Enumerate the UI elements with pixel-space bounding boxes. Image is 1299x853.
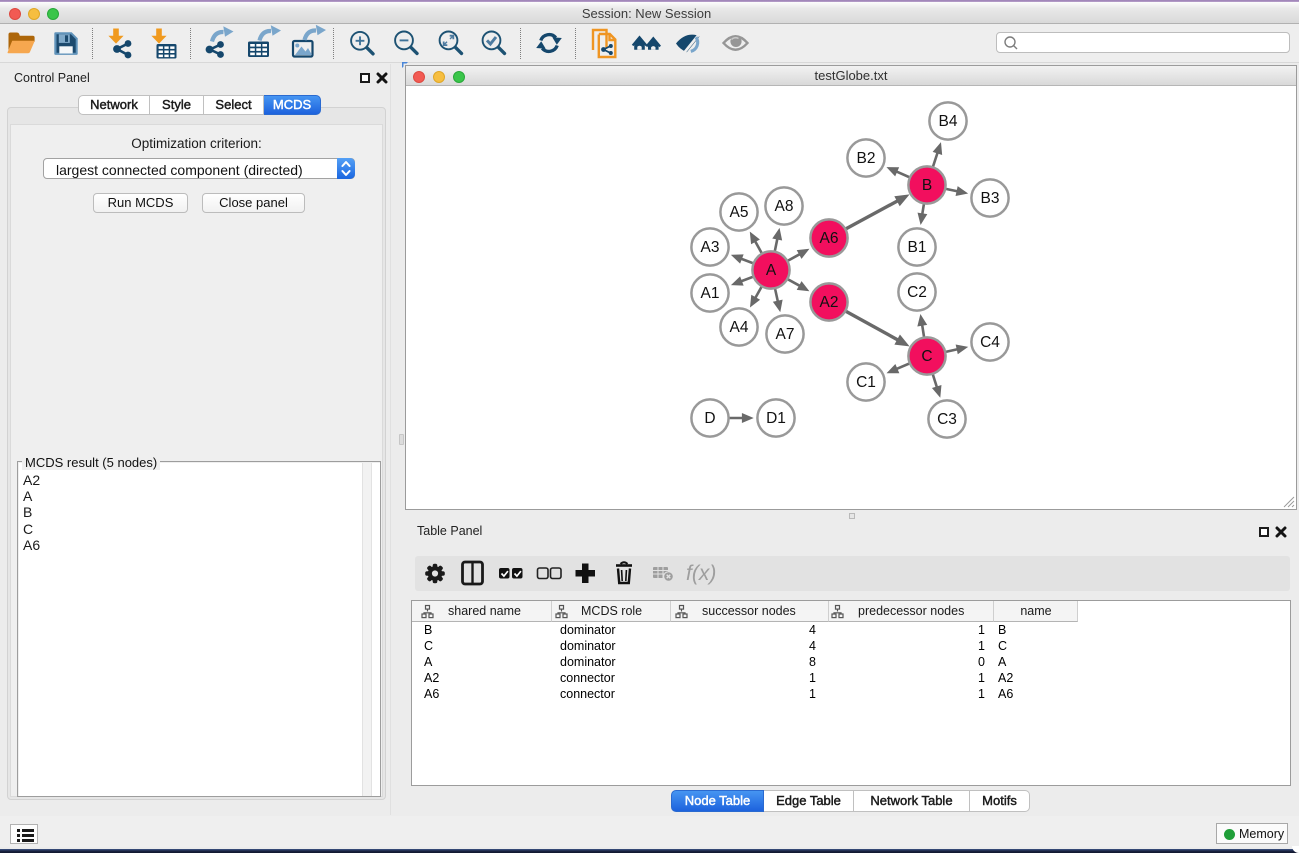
svg-text:A8: A8 [775,198,794,215]
svg-text:A3: A3 [701,239,720,256]
svg-text:B: B [922,177,932,194]
svg-text:B1: B1 [908,239,927,256]
svg-text:D1: D1 [766,410,786,427]
svg-text:B4: B4 [939,113,958,130]
svg-text:A4: A4 [730,319,749,336]
svg-text:A: A [766,262,777,279]
svg-text:B2: B2 [857,150,876,167]
svg-text:A7: A7 [776,326,795,343]
svg-text:f(x): f(x) [686,562,716,585]
svg-text:C2: C2 [907,284,927,301]
svg-text:D: D [704,410,715,427]
svg-text:A1: A1 [701,285,720,302]
svg-text:C: C [921,348,932,365]
svg-text:C4: C4 [980,334,1000,351]
svg-text:A5: A5 [730,204,749,221]
svg-text:B3: B3 [981,190,1000,207]
svg-text:A6: A6 [820,230,839,247]
svg-text:C1: C1 [856,374,876,391]
svg-text:C3: C3 [937,411,957,428]
svg-text:A2: A2 [820,294,839,311]
